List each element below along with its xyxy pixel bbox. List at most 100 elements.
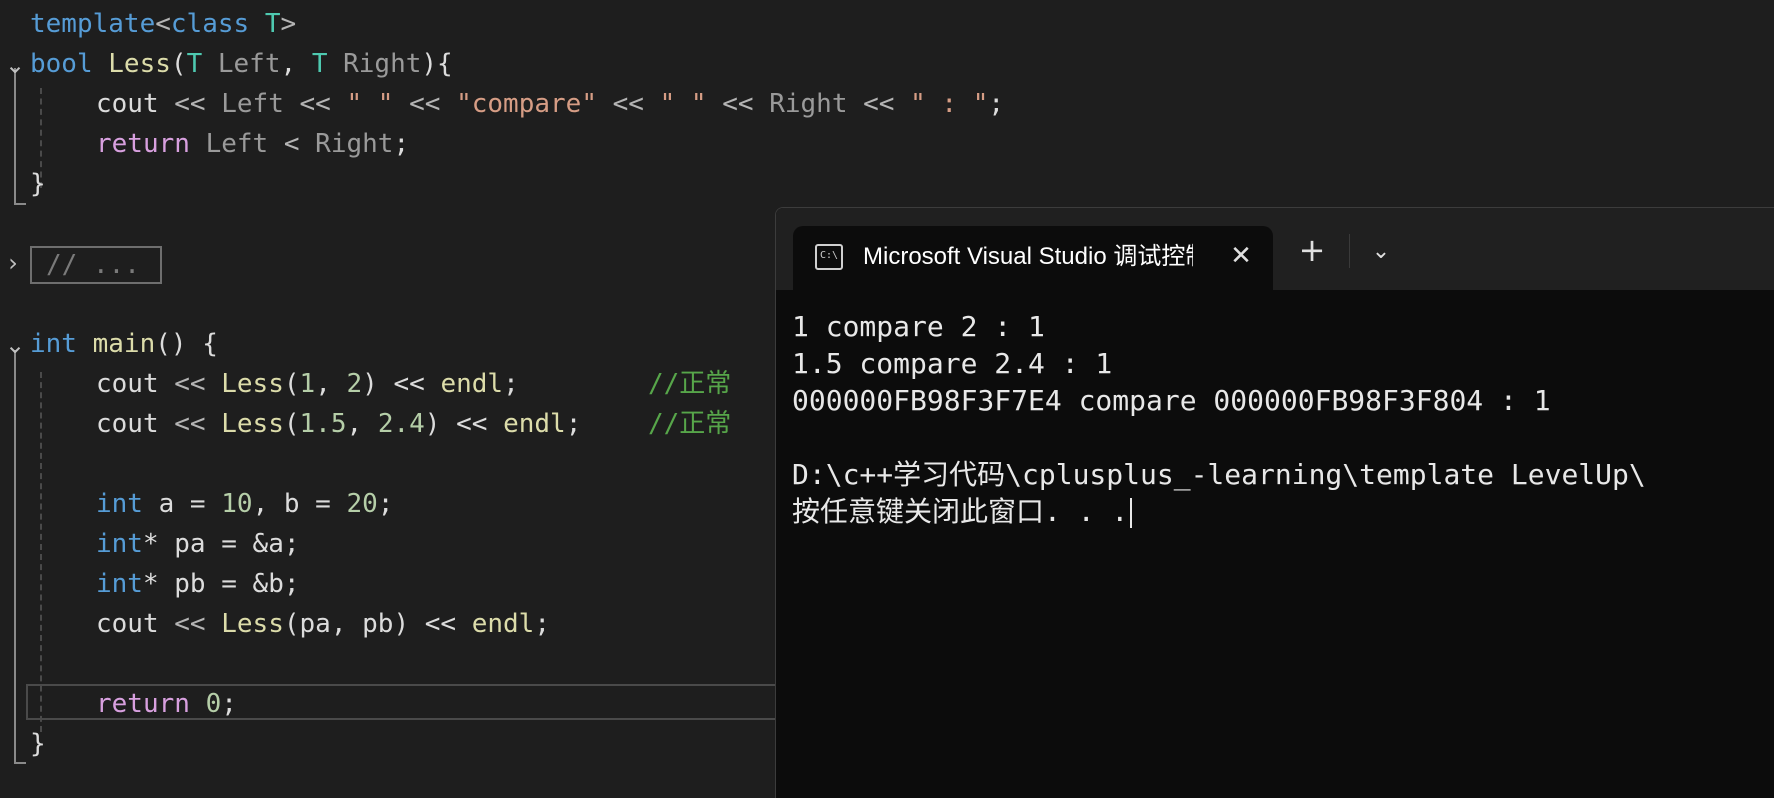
code-line-main[interactable]: int main() {	[30, 324, 218, 364]
punctuation: ,	[280, 49, 312, 79]
keyword: class	[170, 9, 250, 39]
punctuation: () {	[155, 329, 218, 359]
code-line-1[interactable]: template<class T>	[30, 4, 296, 44]
output-line: 000000FB98F3F7E4 compare 000000FB98F3F80…	[792, 384, 1551, 417]
tab-title: Microsoft Visual Studio 调试控制台	[863, 243, 1193, 270]
punctuation: >	[280, 9, 297, 39]
keyword: int	[96, 489, 143, 519]
punctuation: (	[283, 409, 300, 439]
prompt-text: 按任意键关闭此窗口. . .	[792, 495, 1129, 528]
function-name: Less	[92, 49, 171, 79]
string-literal: " : "	[910, 89, 989, 119]
identifier: * pb = &b;	[142, 569, 300, 599]
code-line-5[interactable]: }	[30, 164, 46, 204]
punctuation: ;	[988, 89, 1005, 119]
punctuation: ;	[377, 489, 394, 519]
chevron-down-icon[interactable]: ⌄	[4, 52, 26, 78]
punctuation: ;	[393, 129, 410, 159]
punctuation: ,	[346, 409, 378, 439]
keyword: template	[30, 9, 156, 39]
tab-divider	[1349, 234, 1350, 268]
type-name: T	[186, 49, 203, 79]
punctuation: ){	[421, 49, 453, 79]
code-line-9[interactable]: cout << Less(1.5, 2.4) << endl;	[96, 404, 581, 444]
punctuation: ;	[503, 369, 519, 399]
close-icon[interactable]: ✕	[1223, 238, 1259, 274]
string-literal: " "	[659, 89, 707, 119]
chevron-down-icon[interactable]: ⌄	[4, 332, 26, 358]
code-line-8[interactable]: cout << Less(1, 2) << endl;	[96, 364, 519, 404]
new-tab-button[interactable]: +	[1292, 230, 1332, 270]
type-name: T	[311, 49, 328, 79]
code-line-2[interactable]: bool Less(T Left, T Right){	[30, 44, 453, 84]
number-literal: 2.4	[377, 409, 425, 439]
punctuation: ;	[534, 609, 550, 639]
function-name: main	[76, 329, 156, 359]
identifier: cout	[96, 369, 159, 399]
punctuation: }	[30, 729, 46, 759]
code-line-14[interactable]: cout << Less(pa, pb) << endl;	[96, 604, 550, 644]
terminal-icon: C:\	[815, 244, 843, 270]
tab-debug-console[interactable]: C:\ Microsoft Visual Studio 调试控制台 ✕	[793, 226, 1273, 290]
operator: <<	[283, 89, 347, 119]
punctuation: <	[155, 9, 171, 39]
string-literal: " "	[346, 89, 394, 119]
punctuation: ,	[315, 369, 347, 399]
code-line-13[interactable]: int* pb = &b;	[96, 564, 300, 604]
operator: ) <<	[424, 409, 504, 439]
number-literal: 2	[346, 369, 363, 399]
identifier: cout	[96, 609, 159, 639]
operator: <<	[158, 609, 222, 639]
terminal-output[interactable]: 1 compare 2 : 1 1.5 compare 2.4 : 1 0000…	[792, 308, 1774, 530]
output-line: D:\c++学习代码\cplusplus_-learning\template …	[792, 458, 1646, 491]
parameter: Right	[327, 49, 422, 79]
parameter: Left	[189, 129, 269, 159]
collapsed-region[interactable]: // ...	[30, 246, 162, 284]
text-cursor	[1130, 498, 1133, 528]
code-line-4[interactable]: return Left < Right;	[96, 124, 409, 164]
operator: <<	[393, 89, 457, 119]
operator: <<	[158, 369, 222, 399]
parameter: Left	[221, 89, 284, 119]
chevron-down-icon[interactable]: ⌄	[1361, 232, 1401, 272]
code-line-16[interactable]: return 0;	[96, 684, 237, 724]
number-literal: 1.5	[299, 409, 347, 439]
operator: <	[268, 129, 316, 159]
function-name: endl	[503, 409, 566, 439]
identifier: a =	[142, 489, 222, 519]
tab-strip: C:\ Microsoft Visual Studio 调试控制台 ✕ + ⌄	[776, 208, 1774, 290]
chevron-right-icon[interactable]: ›	[2, 250, 24, 276]
identifier: cout	[96, 409, 159, 439]
identifier: cout	[96, 89, 159, 119]
control-keyword: return	[96, 689, 190, 719]
code-line-12[interactable]: int* pa = &a;	[96, 524, 300, 564]
parameter: Right	[769, 89, 848, 119]
punctuation: (	[283, 369, 300, 399]
identifier: * pa = &a;	[142, 529, 300, 559]
function-name: endl	[440, 369, 504, 399]
code-line-17[interactable]: }	[30, 724, 46, 764]
debug-console-window[interactable]: C:\ Microsoft Visual Studio 调试控制台 ✕ + ⌄ …	[775, 207, 1774, 798]
punctuation: (	[170, 49, 187, 79]
string-literal: "compare"	[456, 89, 597, 119]
operator: <<	[158, 89, 222, 119]
function-name: Less	[221, 369, 284, 399]
operator: <<	[847, 89, 911, 119]
control-keyword: return	[96, 129, 190, 159]
number-literal: 1	[299, 369, 316, 399]
function-name: Less	[221, 609, 284, 639]
operator: <<	[706, 89, 770, 119]
code-line-3[interactable]: cout << Left << " " << "compare" << " " …	[96, 84, 1004, 124]
code-line-11[interactable]: int a = 10, b = 20;	[96, 484, 393, 524]
punctuation: }	[30, 169, 46, 199]
type-name: T	[249, 9, 281, 39]
function-name: endl	[471, 609, 535, 639]
keyword: int	[96, 529, 143, 559]
comment: //正常	[648, 409, 732, 439]
operator: <<	[596, 89, 660, 119]
keyword: int	[30, 329, 77, 359]
identifier: , b =	[252, 489, 347, 519]
comment: //正常	[648, 369, 732, 399]
